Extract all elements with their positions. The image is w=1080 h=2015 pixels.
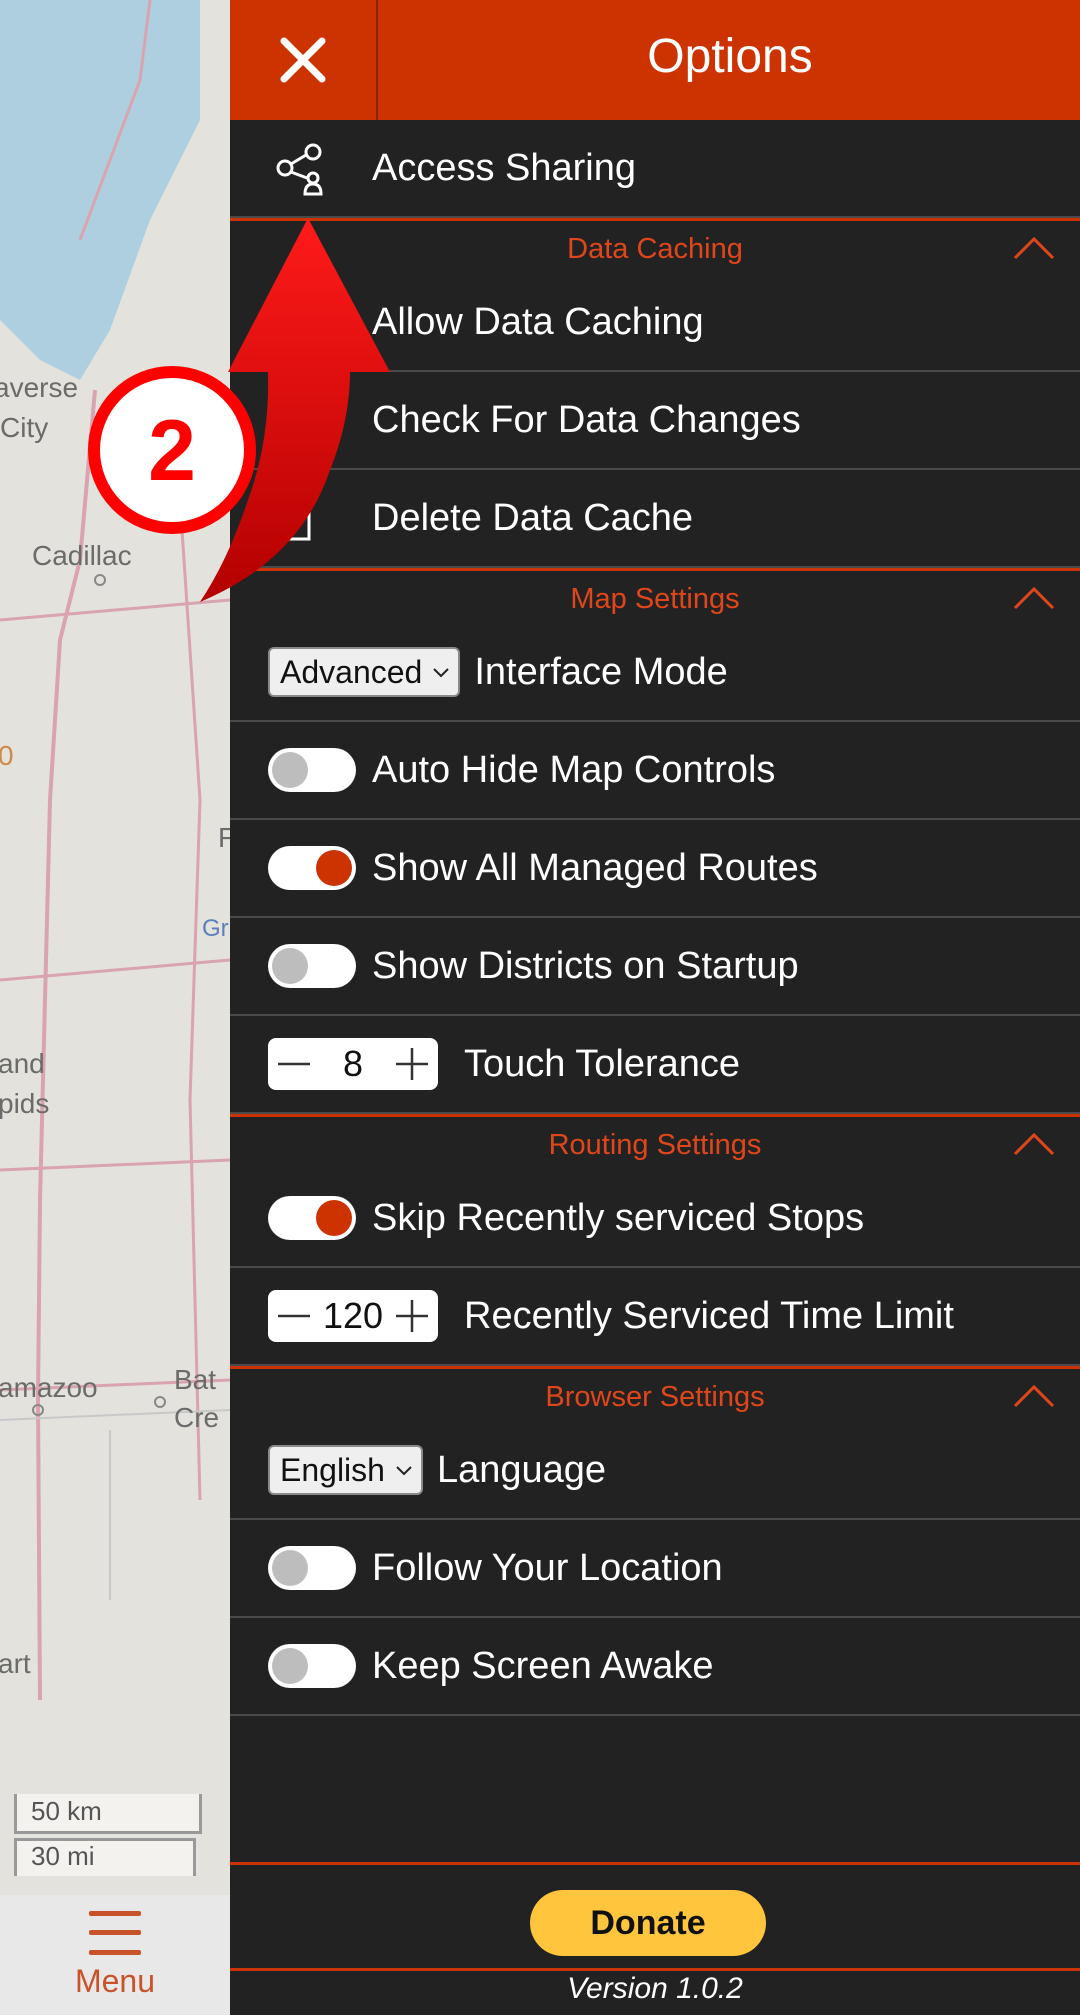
- trash-icon: [230, 469, 372, 567]
- donate-button[interactable]: Donate: [530, 1890, 766, 1956]
- show-routes-label: Show All Managed Routes: [372, 846, 818, 889]
- chevron-down-icon: [433, 668, 450, 678]
- show-routes-toggle[interactable]: [268, 846, 356, 890]
- section-routing-settings[interactable]: Routing Settings: [230, 1114, 1080, 1174]
- share-people-icon: [230, 119, 372, 217]
- interface-mode-select[interactable]: Advanced: [268, 647, 461, 697]
- time-limit-label: Recently Serviced Time Limit: [464, 1294, 954, 1337]
- footer-divider: [230, 1862, 1080, 1865]
- map-label: Cre: [174, 1402, 220, 1433]
- touch-tolerance-stepper: 8: [268, 1038, 438, 1090]
- scale-mi: 30 mi: [31, 1841, 95, 1871]
- chevron-up-icon: [1013, 236, 1055, 260]
- map-label: pids: [0, 1088, 50, 1119]
- follow-location-toggle[interactable]: [268, 1546, 356, 1590]
- map-roads: [0, 0, 230, 1701]
- map-label: Petoskey: [92, 445, 199, 475]
- keep-awake-item: Keep Screen Awake: [230, 1618, 1080, 1716]
- footer-divider: [230, 1968, 1080, 1971]
- allow-data-caching-label: Allow Data Caching: [372, 300, 704, 343]
- time-limit-item: 120 Recently Serviced Time Limit: [230, 1268, 1080, 1366]
- chevron-up-icon: [1013, 1132, 1055, 1156]
- interface-mode-label: Interface Mode: [474, 650, 728, 693]
- map-label: Gr: [202, 915, 229, 942]
- plus-icon: [395, 1300, 428, 1332]
- interface-mode-item: Advanced Interface Mode: [230, 624, 1080, 722]
- section-title: Map Settings: [570, 583, 740, 615]
- check-data-changes-item[interactable]: Check For Data Changes: [230, 372, 1080, 470]
- menu-button[interactable]: Menu: [0, 1895, 230, 2015]
- section-map-settings[interactable]: Map Settings: [230, 568, 1080, 628]
- scale-km: 50 km: [31, 1796, 102, 1826]
- check-data-changes-label: Check For Data Changes: [372, 398, 801, 441]
- delete-data-cache-item[interactable]: Delete Data Cache: [230, 470, 1080, 568]
- version-label: Version 1.0.2: [567, 1972, 743, 2005]
- access-sharing-label: Access Sharing: [372, 146, 637, 189]
- show-routes-item: Show All Managed Routes: [230, 820, 1080, 918]
- map-label: art: [0, 1648, 31, 1679]
- options-panel: Options Access Sharing Data Caching Allo…: [230, 0, 1080, 2015]
- follow-location-item: Follow Your Location: [230, 1520, 1080, 1618]
- chevron-down-icon: [396, 1466, 412, 1476]
- page-title: Options: [647, 29, 813, 83]
- increment-button[interactable]: [392, 1296, 432, 1336]
- map-label: City: [0, 412, 49, 443]
- keep-awake-toggle[interactable]: [268, 1644, 356, 1688]
- section-browser-settings[interactable]: Browser Settings: [230, 1366, 1080, 1426]
- touch-tolerance-label: Touch Tolerance: [464, 1042, 741, 1085]
- select-value: English: [280, 1451, 385, 1488]
- auto-hide-label: Auto Hide Map Controls: [372, 748, 776, 791]
- menu-label: Menu: [74, 1962, 156, 1999]
- select-value: Advanced: [280, 653, 423, 690]
- language-label: Language: [436, 1448, 607, 1491]
- map-label: 0: [0, 740, 14, 771]
- show-districts-item: Show Districts on Startup: [230, 918, 1080, 1016]
- plus-icon: [396, 1048, 428, 1080]
- map-label: and: [0, 1048, 45, 1079]
- map-label: amazoo: [0, 1372, 98, 1403]
- decrement-button[interactable]: [274, 1044, 314, 1084]
- refresh-icon: [230, 371, 372, 469]
- options-header: Options: [230, 0, 1080, 120]
- map-label: Bat: [174, 1364, 217, 1395]
- show-districts-toggle[interactable]: [268, 944, 356, 988]
- time-limit-stepper: 120: [268, 1290, 438, 1342]
- touch-tolerance-item: 8 Touch Tolerance: [230, 1016, 1080, 1114]
- follow-location-label: Follow Your Location: [372, 1546, 723, 1589]
- chevron-up-icon: [1013, 1384, 1055, 1408]
- chevron-up-icon: [1013, 586, 1055, 610]
- show-districts-label: Show Districts on Startup: [372, 944, 799, 987]
- stepper-value: 8: [342, 1043, 364, 1084]
- keep-awake-label: Keep Screen Awake: [372, 1644, 714, 1687]
- minus-icon: [278, 1314, 310, 1318]
- skip-recent-label: Skip Recently serviced Stops: [372, 1196, 865, 1239]
- auto-hide-toggle[interactable]: [268, 748, 356, 792]
- map-label: F: [218, 822, 230, 853]
- section-title: Data Caching: [567, 233, 743, 265]
- section-data-caching[interactable]: Data Caching: [230, 218, 1080, 278]
- section-title: Browser Settings: [545, 1381, 765, 1413]
- skip-recent-toggle[interactable]: [268, 1196, 356, 1240]
- auto-hide-item: Auto Hide Map Controls: [230, 722, 1080, 820]
- section-title: Routing Settings: [548, 1129, 762, 1161]
- map-scale: 50 km 30 mi: [14, 1794, 204, 1876]
- decrement-button[interactable]: [274, 1296, 314, 1336]
- language-item: English Language: [230, 1422, 1080, 1520]
- increment-button[interactable]: [392, 1044, 432, 1084]
- access-sharing-item[interactable]: Access Sharing: [230, 120, 1080, 218]
- close-icon: [280, 37, 326, 83]
- cache-toggle-icon: [230, 273, 372, 371]
- map-label: averse: [0, 372, 79, 403]
- skip-recent-item: Skip Recently serviced Stops: [230, 1170, 1080, 1268]
- minus-icon: [278, 1062, 310, 1066]
- delete-data-cache-label: Delete Data Cache: [372, 496, 694, 539]
- close-button[interactable]: [230, 0, 378, 120]
- map-label: Cadillac: [32, 540, 132, 571]
- stepper-value: 120: [322, 1295, 384, 1336]
- allow-data-caching-item[interactable]: Allow Data Caching: [230, 274, 1080, 372]
- language-select[interactable]: English: [268, 1445, 423, 1495]
- map-view[interactable]: averse City Petoskey Cadillac 0 F Gr and…: [0, 0, 230, 2015]
- hamburger-icon: [89, 1910, 141, 1955]
